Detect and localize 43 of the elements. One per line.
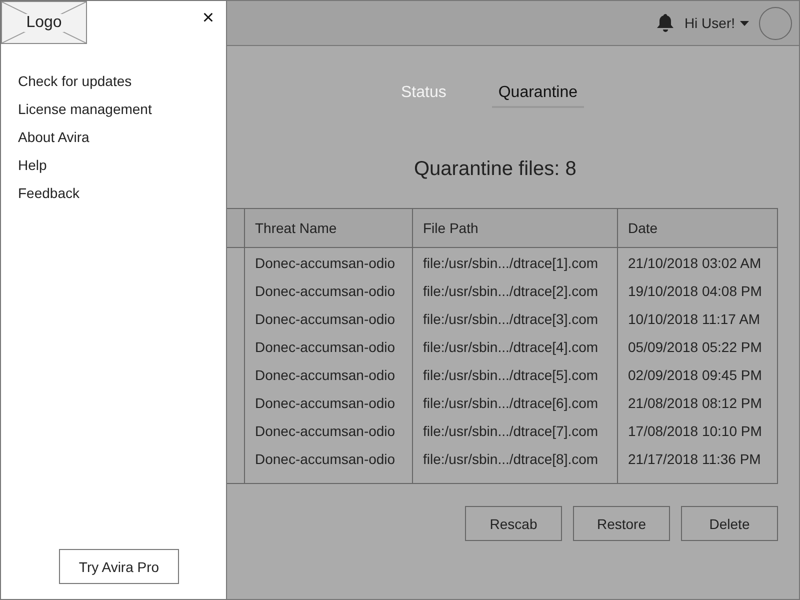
table-cell-text: Donec-accumsan-odio [255, 450, 396, 469]
action-button[interactable]: Delete [681, 506, 778, 541]
bell-icon[interactable] [657, 14, 674, 32]
table-cell-text: file:/usr/sbin.../dtrace[1].com [423, 254, 600, 273]
menu-item[interactable]: Check for updates [18, 71, 226, 91]
menu-item[interactable]: Feedback [18, 183, 226, 203]
close-button[interactable]: × [202, 7, 214, 29]
menu-item[interactable]: Help [18, 155, 226, 175]
column-header: File Path [412, 209, 617, 248]
table-cell-text: file:/usr/sbin.../dtrace[3].com [423, 310, 600, 329]
tab[interactable]: Quarantine [492, 84, 584, 108]
table-cell-text: Donec-accumsan-odio [255, 366, 396, 385]
table-cell-text: 17/08/2018 10:10 PM [628, 422, 763, 441]
table-cell-text: Donec-accumsan-odio [255, 282, 396, 301]
table-cell-text: file:/usr/sbin.../dtrace[7].com [423, 422, 600, 441]
table-cell-text: 10/10/2018 11:17 AM [628, 310, 762, 329]
table-cell-text: 21/17/2018 11:36 PM [628, 450, 762, 469]
table-cell-text: Donec-accumsan-odio [255, 394, 396, 413]
table-cell-text: 21/08/2018 08:12 PM [628, 394, 763, 413]
menu-item[interactable]: License management [18, 99, 226, 119]
table-cell-text: file:/usr/sbin.../dtrace[6].com [423, 394, 600, 413]
table-cell-text: Donec-accumsan-odio [255, 310, 396, 329]
table-cell-text: Donec-accumsan-odio [255, 422, 396, 441]
table-cell-text: file:/usr/sbin.../dtrace[5].com [423, 366, 600, 385]
table-cell-text: file:/usr/sbin.../dtrace[2].com [423, 282, 600, 301]
table-cell-text: 02/09/2018 09:45 PM [628, 366, 763, 385]
menu-item[interactable]: About Avira [18, 127, 226, 147]
page-title: Quarantine files: 8 [413, 157, 578, 182]
table-cell-text: Donec-accumsan-odio [255, 254, 396, 273]
table-cell-text: 19/10/2018 04:08 PM [628, 282, 763, 301]
action-button[interactable]: Rescab [465, 506, 562, 541]
table-cell-text: Donec-accumsan-odio [255, 338, 396, 357]
table-cell-text: 05/09/2018 05:22 PM [628, 338, 763, 357]
logo-label: Logo [24, 14, 64, 32]
table-cell-text: file:/usr/sbin.../dtrace[8].com [423, 450, 600, 469]
user-menu[interactable]: Hi User! [684, 15, 749, 31]
column-header: Date [617, 209, 777, 248]
caret-icon [740, 20, 749, 26]
try-pro-button[interactable]: Try Avira Pro [59, 549, 179, 584]
table-cell-text: 21/10/2018 03:02 AM [628, 254, 762, 273]
table-cell-text: file:/usr/sbin.../dtrace[4].com [423, 338, 600, 357]
column-header: Threat Name [244, 209, 412, 248]
action-button[interactable]: Restore [573, 506, 670, 541]
